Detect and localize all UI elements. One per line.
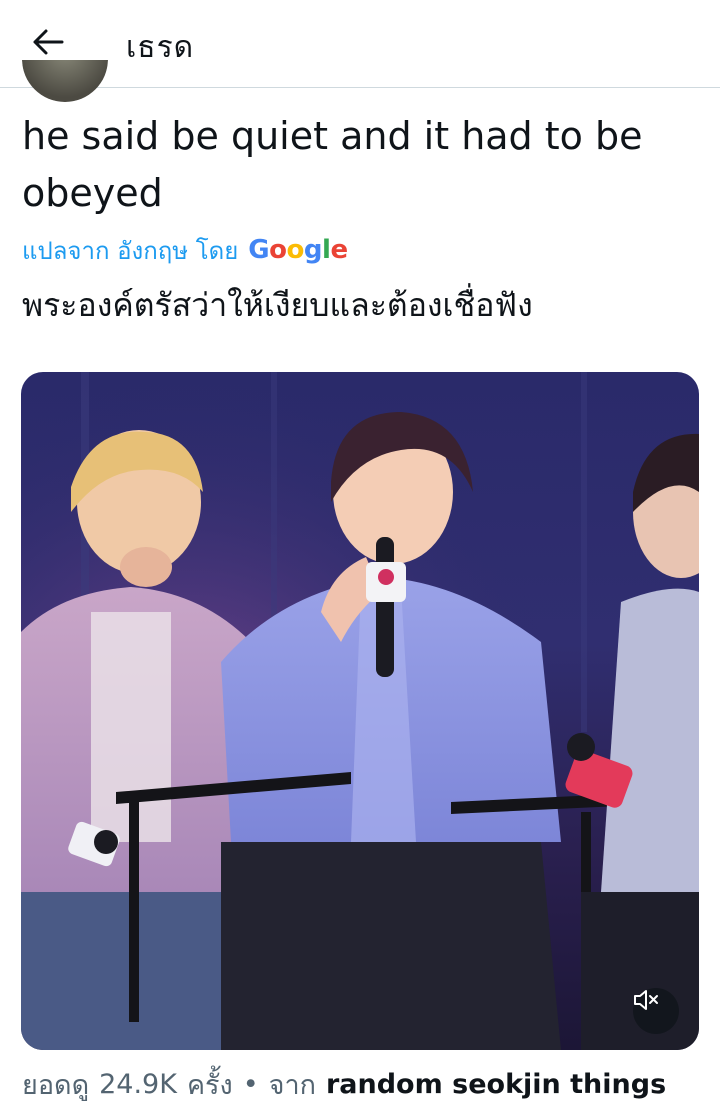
translate-attribution[interactable]: แปลจาก อังกฤษ โดย Google	[22, 232, 348, 268]
avatar[interactable]	[22, 60, 108, 102]
tweet-media[interactable]	[21, 372, 699, 1050]
tweet-meta: ยอดดู 24.9K ครั้ง • จาก random seokjin t…	[22, 1064, 666, 1104]
views-count: 24.9K	[99, 1068, 177, 1100]
tweet-text: he said be quiet and it had to be obeyed	[22, 114, 643, 215]
views-suffix: ครั้ง	[186, 1069, 233, 1101]
volume-muted-icon	[634, 990, 658, 1010]
back-button[interactable]	[24, 22, 72, 62]
google-logo: Google	[248, 235, 348, 265]
translated-text: พระองค์ตรัสว่าให้เงียบและต้องเชื่อฟัง	[22, 286, 533, 324]
views-label: ยอดดู	[22, 1069, 90, 1101]
source-prefix: จาก	[268, 1069, 316, 1101]
separator: •	[242, 1068, 259, 1100]
top-bar: เธรด	[0, 0, 720, 88]
arrow-left-icon	[33, 29, 64, 55]
page-title: เธรด	[126, 30, 195, 65]
media-illustration	[21, 372, 699, 1050]
source-link[interactable]: random seokjin things	[326, 1069, 666, 1100]
mute-button[interactable]	[633, 988, 679, 1034]
translate-label: แปลจาก อังกฤษ โดย	[22, 236, 239, 265]
